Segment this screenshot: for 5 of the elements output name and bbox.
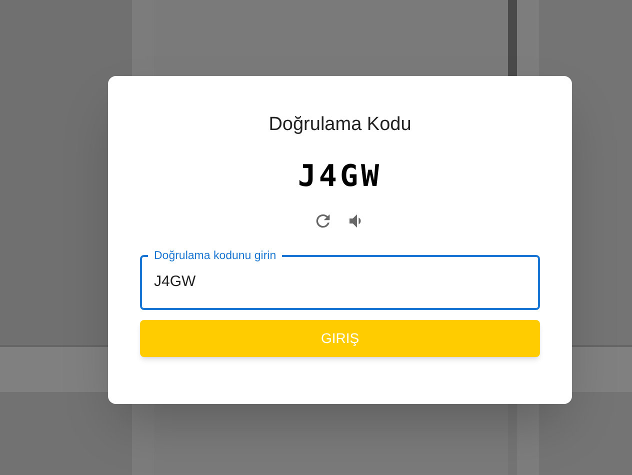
input-field[interactable]: J4GW xyxy=(148,263,532,299)
dialog-title: Doğrulama Kodu xyxy=(268,113,412,137)
captcha-code: J4GW xyxy=(298,159,382,195)
field-label: Doğrulama kodunu girin xyxy=(153,249,278,263)
text-field[interactable]: Doğrulama kodunu girin J4GW xyxy=(140,249,540,310)
